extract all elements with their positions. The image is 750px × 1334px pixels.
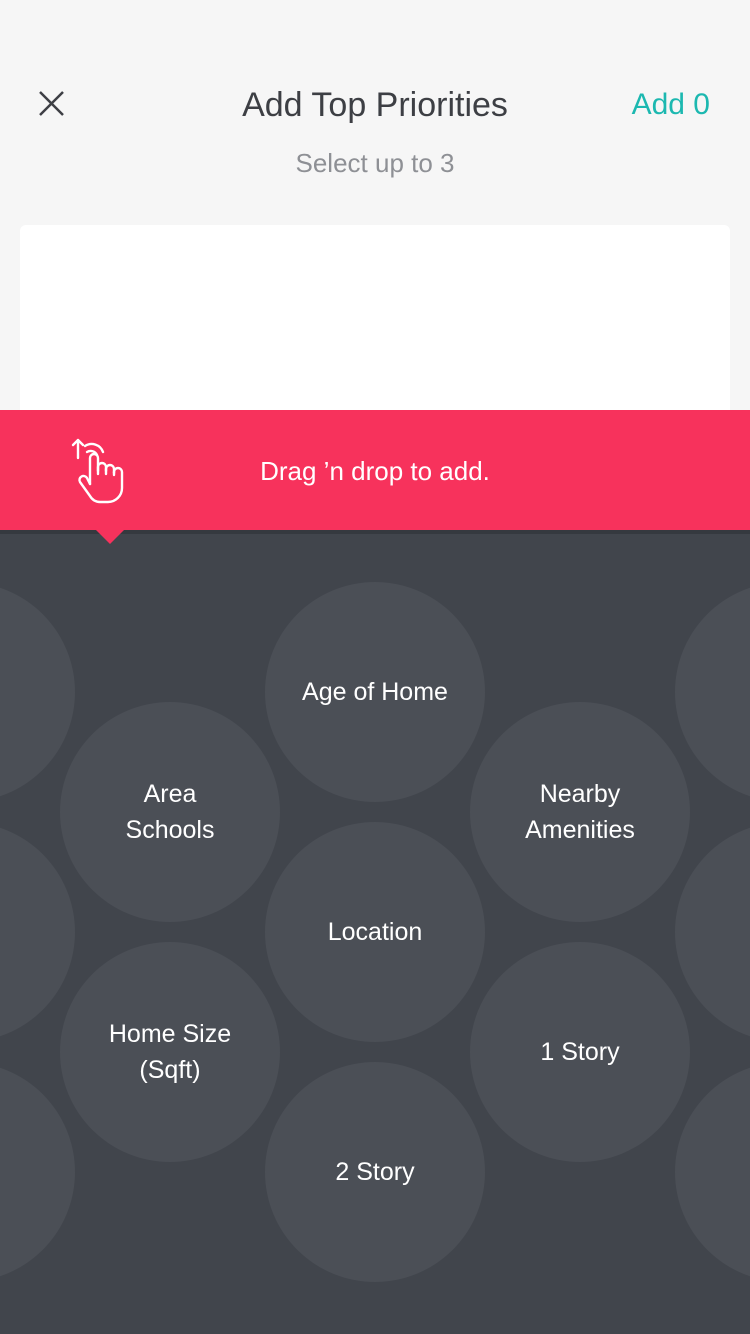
edge-bubble	[675, 822, 750, 1042]
instruction-banner: Drag ’n drop to add.	[0, 410, 750, 530]
edge-bubble	[675, 582, 750, 802]
edge-bubble	[0, 1062, 75, 1282]
priority-bubble-nearby-amenities[interactable]: Nearby Amenities	[470, 702, 690, 922]
banner-text: Drag ’n drop to add.	[260, 456, 490, 486]
header: Add Top Priorities Select up to 3 Add 0	[0, 0, 750, 225]
drop-zone[interactable]	[20, 225, 730, 425]
priority-bubble-panel: Age of Home Area Schools Nearby Amenitie…	[0, 530, 750, 1334]
priority-bubble-2-story[interactable]: 2 Story	[265, 1062, 485, 1282]
page-subtitle: Select up to 3	[295, 148, 455, 178]
edge-bubble	[0, 822, 75, 1042]
priority-bubble-age-of-home[interactable]: Age of Home	[265, 582, 485, 802]
banner-pointer	[94, 528, 126, 544]
priority-bubble-location[interactable]: Location	[265, 822, 485, 1042]
priority-bubble-home-size[interactable]: Home Size (Sqft)	[60, 942, 280, 1162]
priority-bubble-area-schools[interactable]: Area Schools	[60, 702, 280, 922]
add-button[interactable]: Add 0	[632, 88, 710, 122]
edge-bubble	[675, 1062, 750, 1282]
priority-bubble-1-story[interactable]: 1 Story	[470, 942, 690, 1162]
edge-bubble	[0, 582, 75, 802]
